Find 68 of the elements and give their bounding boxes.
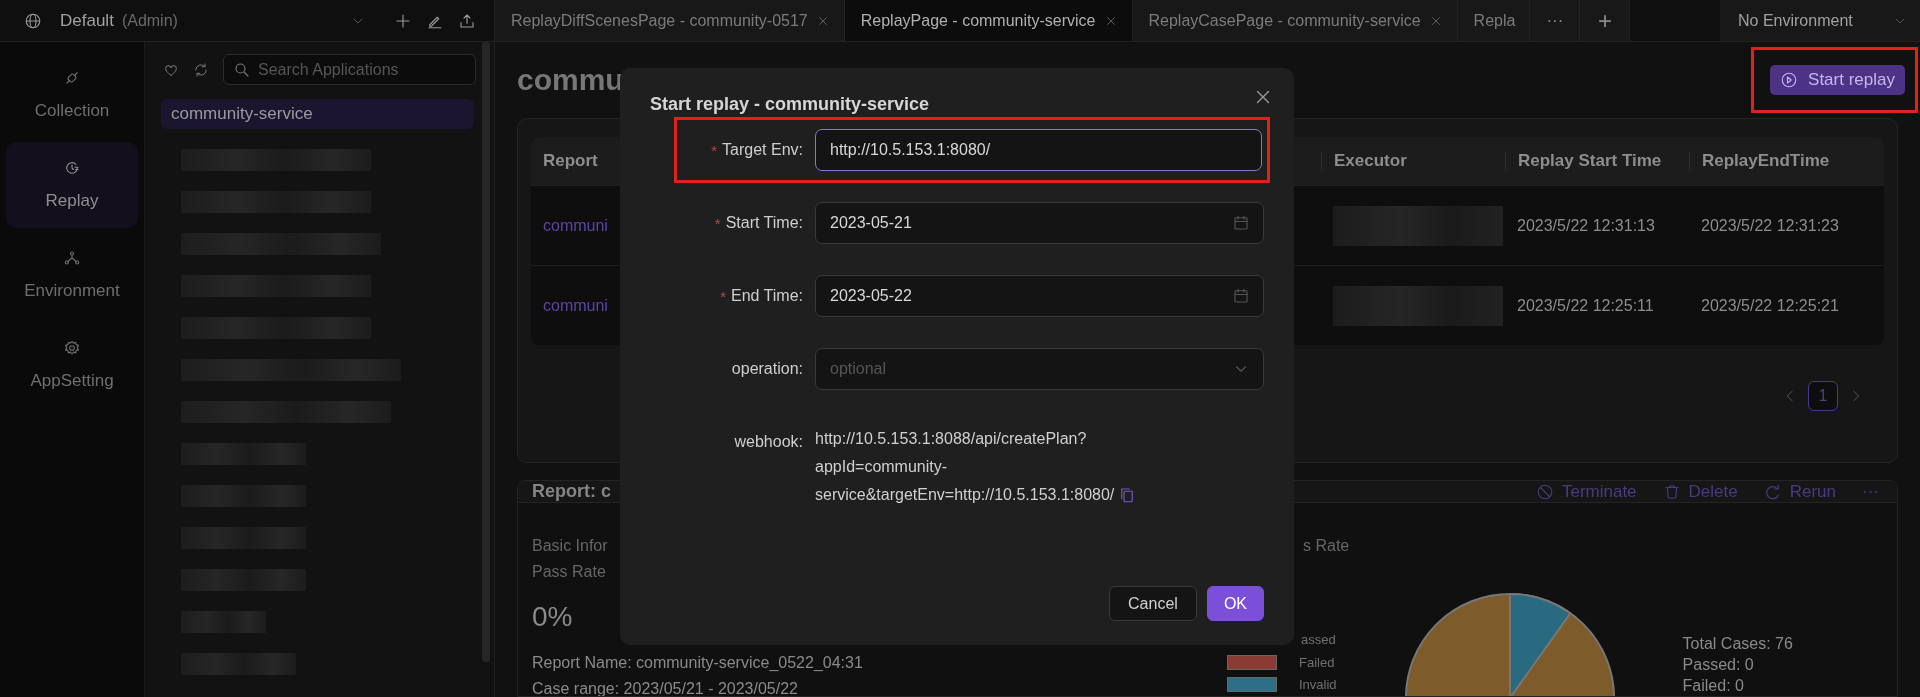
- report-link[interactable]: communi: [543, 216, 608, 234]
- webhook-url: http://10.5.153.1:8088/api/createPlan? appId=community- service&targetEnv=http://10.5.153.1:8080/: [815, 429, 1115, 505]
- page-title: commu: [517, 63, 624, 97]
- environment-select[interactable]: No Environment: [1720, 0, 1920, 41]
- summary-text: Passed: 0: [1682, 656, 1755, 674]
- table-cell: 2023/5/22 12:31:23: [1701, 216, 1839, 234]
- date-picker[interactable]: 2023-05-21: [815, 202, 1264, 244]
- tab[interactable]: Repla: [1457, 0, 1531, 41]
- calendar-icon: [1232, 287, 1250, 305]
- summary-text: Failed: 0: [1682, 677, 1745, 695]
- table-cell: 2023/5/22 12:31:13: [1517, 216, 1655, 234]
- globe-icon[interactable]: [24, 11, 42, 30]
- table-cell: 2023/5/22 12:25:11: [1517, 296, 1654, 314]
- select-field[interactable]: optional: [815, 348, 1264, 390]
- required-mark: *: [711, 141, 718, 159]
- field-label: operation:: [731, 360, 803, 378]
- field-label: Start Time:: [725, 214, 803, 232]
- clock-icon: [63, 159, 81, 177]
- gear-icon: [63, 339, 81, 357]
- network-icon: [63, 249, 81, 267]
- nav-item[interactable]: AppSetting: [6, 322, 138, 408]
- section-label: Basic Infor: [532, 537, 608, 555]
- plug-icon: [63, 69, 81, 87]
- add-tab-button[interactable]: +: [1580, 0, 1631, 41]
- redo-icon: [1763, 482, 1782, 501]
- search-field[interactable]: Search Applications: [223, 54, 476, 85]
- legend-label: Failed: [1299, 655, 1335, 670]
- cancel-button[interactable]: Cancel: [1109, 586, 1197, 621]
- tab[interactable]: ReplayCasePage - community-service: [1132, 0, 1458, 41]
- table-cell: 2023/5/22 12:25:21: [1701, 296, 1839, 314]
- stop-icon: [1535, 482, 1554, 501]
- start-replay-button[interactable]: Start replay: [1770, 65, 1905, 95]
- workspace-role: (Admin): [121, 11, 178, 30]
- chart-title: s Rate: [1302, 537, 1351, 555]
- play-icon: [1780, 71, 1799, 89]
- column-header: Executor: [1321, 151, 1505, 171]
- more-tabs-button[interactable]: ···: [1530, 0, 1581, 41]
- required-mark: *: [714, 214, 721, 232]
- field-label: Pass Rate: [532, 563, 606, 581]
- app-list-item[interactable]: community-service: [161, 99, 474, 129]
- column-header: Replay Start Time: [1505, 151, 1689, 171]
- required-mark: *: [720, 287, 726, 305]
- calendar-icon: [1232, 214, 1250, 232]
- date-picker[interactable]: 2023-05-22: [815, 275, 1264, 317]
- nav-item[interactable]: Environment: [6, 232, 138, 318]
- trash-icon: [1662, 482, 1681, 501]
- nav-item[interactable]: Replay: [6, 142, 138, 228]
- column-header: ReplayEndTime: [1689, 151, 1884, 171]
- report-title: Report: c: [532, 481, 611, 502]
- report-link[interactable]: communi: [543, 296, 608, 314]
- report-name: Report Name: community-service_0522_04:31: [532, 654, 863, 672]
- column-header: Report: [542, 151, 599, 171]
- field-label: Target Env:: [722, 141, 803, 159]
- ok-button[interactable]: OK: [1206, 586, 1264, 621]
- search-icon: [233, 61, 251, 79]
- legend-label: Invalid: [1299, 677, 1337, 692]
- page-button[interactable]: 1: [1808, 381, 1838, 411]
- legend-label: assed: [1301, 632, 1336, 647]
- refresh-icon[interactable]: [193, 61, 209, 78]
- tab[interactable]: ReplayDiffScenesPage - community-0517: [495, 0, 845, 41]
- text-input[interactable]: http://10.5.153.1:8080/: [815, 129, 1262, 171]
- nav-item[interactable]: Collection: [6, 52, 138, 138]
- field-label: webhook:: [734, 433, 803, 451]
- dialog-title: Start replay - community-service: [650, 94, 931, 115]
- field-label: End Time:: [730, 287, 803, 305]
- workspace-name: Default: [60, 10, 114, 31]
- summary-text: Total Cases: 76: [1682, 635, 1793, 653]
- pass-rate-value: 0%: [532, 601, 573, 633]
